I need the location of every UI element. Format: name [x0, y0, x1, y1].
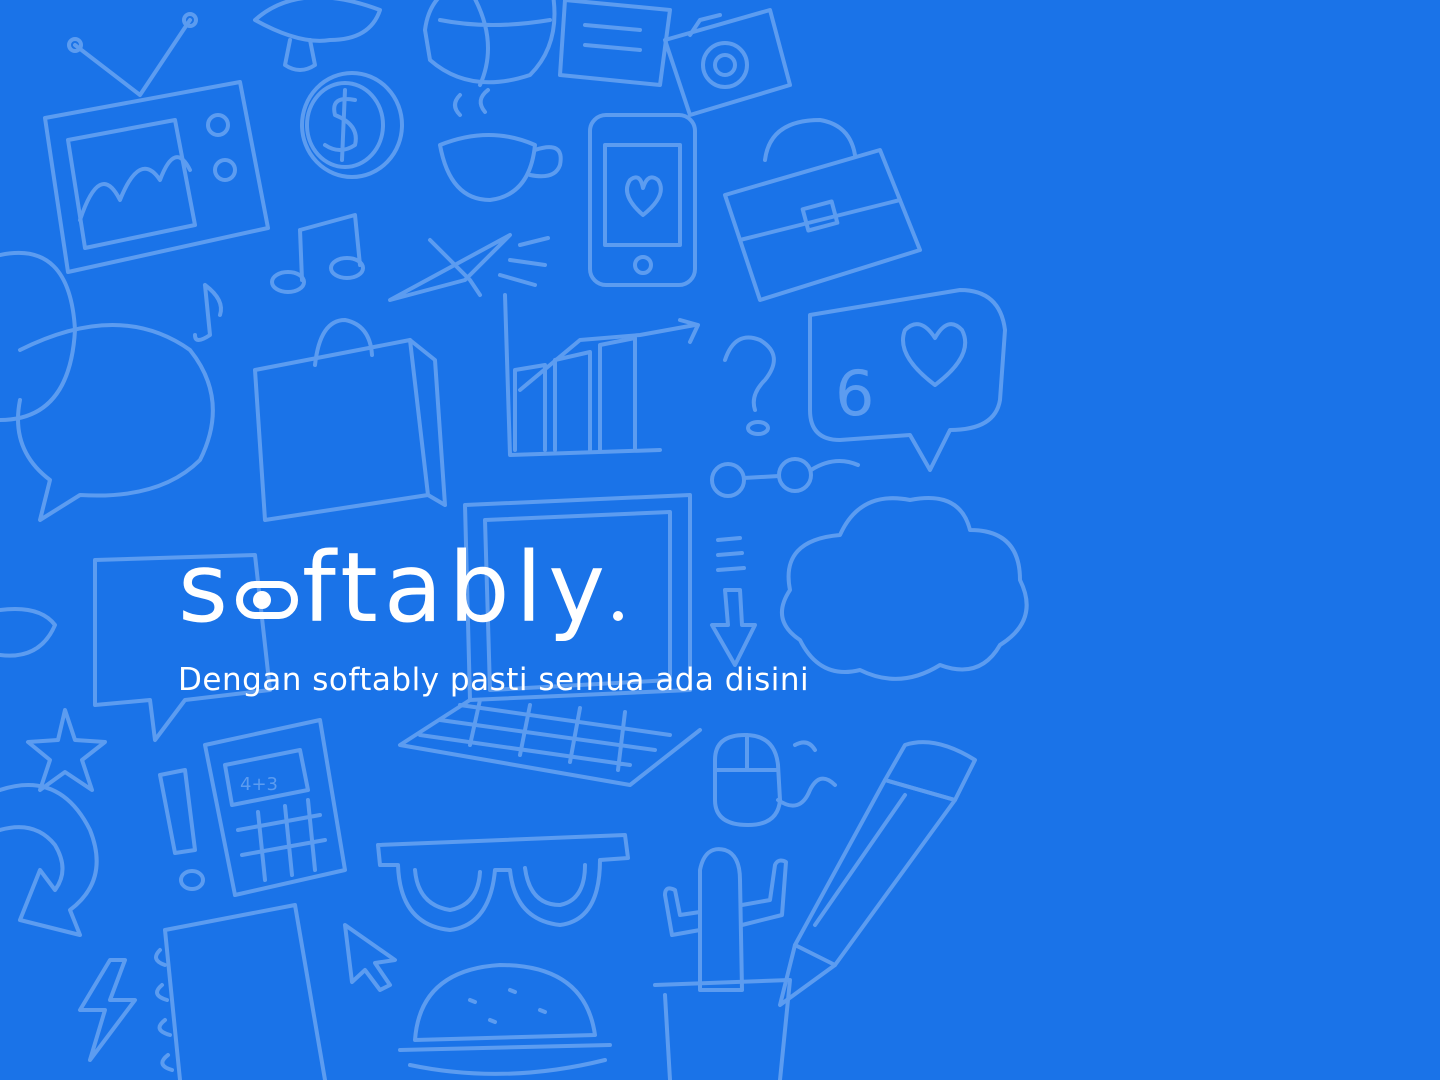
svg-text:6: 6 — [835, 357, 874, 430]
tv-icon — [43, 12, 270, 274]
speech-bubble-icon — [0, 250, 215, 522]
tagline: Dengan softably pasti semua ada disini — [178, 662, 810, 698]
cursor-icon — [343, 923, 397, 992]
bar-chart-icon — [503, 293, 700, 457]
logo-toggle-icon — [236, 581, 299, 619]
notebook-icon — [558, 0, 672, 87]
mushroom-icon — [253, 0, 382, 72]
smartphone-icon — [588, 113, 697, 287]
question-mark-icon — [723, 335, 776, 436]
coffee-cup-icon — [438, 88, 563, 202]
pencil-icon — [778, 740, 977, 1007]
arrow-icon — [0, 783, 99, 937]
shopping-bag-icon — [253, 318, 447, 522]
camera-icon — [663, 8, 792, 117]
heart-bubble-icon: 6 — [808, 288, 1007, 472]
exclamation-icon — [158, 768, 205, 891]
star-icon — [26, 708, 107, 792]
lightning-icon — [78, 958, 137, 1062]
cloud-icon — [780, 496, 1029, 681]
glasses-icon — [376, 833, 630, 932]
calculator-icon: 4+3 — [203, 718, 347, 897]
svg-text:4+3: 4+3 — [240, 774, 278, 795]
logo-dot-icon — [613, 611, 624, 621]
logo-text-end: ftably — [302, 532, 612, 644]
brand-block: s ftably Dengan softably pasti semua ada … — [178, 540, 809, 698]
briefcase-icon — [723, 118, 922, 302]
mouse-icon — [713, 733, 837, 827]
spiral-notebook-icon — [154, 903, 327, 1080]
cactus-icon — [653, 847, 792, 1080]
burger-icon — [398, 963, 612, 1076]
softably-logo: s ftably — [178, 540, 809, 636]
coin-dollar-icon — [300, 71, 404, 179]
logo-text-start: s — [178, 532, 235, 644]
ball-icon — [423, 0, 557, 87]
eyeglasses-icon — [710, 457, 860, 498]
paper-plane-icon — [388, 233, 550, 302]
